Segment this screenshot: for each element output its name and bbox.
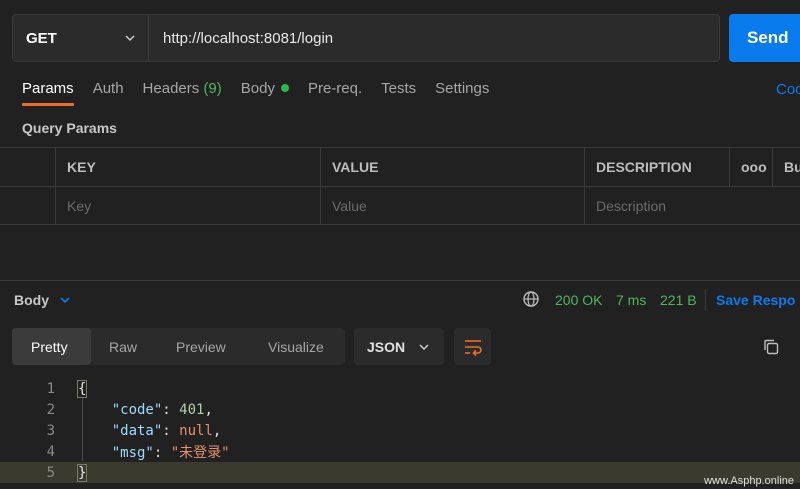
method-label: GET (26, 29, 57, 47)
column-header-description: DESCRIPTION (584, 148, 729, 186)
view-tab-visualize[interactable]: Visualize (248, 328, 345, 365)
description-input[interactable]: Description (584, 187, 800, 224)
response-size[interactable]: 221 B (660, 292, 697, 308)
tab-settings-label: Settings (435, 80, 490, 97)
response-divider (0, 280, 800, 281)
cookies-link[interactable]: Coo (776, 81, 800, 98)
table-header-row: KEY VALUE DESCRIPTION ooo Bu (0, 147, 800, 186)
request-tabs: Params Auth Headers (9) Body Pre-req. Te… (22, 80, 508, 106)
divider (705, 289, 706, 311)
code-line: 1 { (0, 378, 800, 399)
response-body-label: Body (14, 292, 49, 308)
tab-auth[interactable]: Auth (93, 80, 124, 106)
open-brace: { (76, 379, 88, 398)
tab-body-label: Body (240, 80, 275, 97)
query-params-title: Query Params (22, 120, 117, 136)
key-input[interactable]: Key (55, 187, 320, 224)
watermark: www.Asphp.online (704, 475, 794, 487)
headers-count: (9) (203, 80, 222, 97)
chevron-down-icon (419, 343, 429, 350)
send-button[interactable]: Send (729, 14, 800, 62)
value-input[interactable]: Value (320, 187, 584, 224)
tab-pre-request-label: Pre-req. (307, 80, 363, 97)
json-value: null (179, 422, 213, 439)
tab-body[interactable]: Body (241, 80, 289, 106)
view-tab-pretty[interactable]: Pretty (12, 328, 91, 365)
bulk-edit-button[interactable]: Bu (772, 148, 800, 186)
code-line-current: 5 } (0, 462, 800, 483)
json-key: "msg" (111, 444, 154, 461)
column-header-key: KEY (55, 148, 320, 186)
tab-auth-label: Auth (92, 80, 124, 97)
chevron-down-icon (125, 35, 135, 42)
code-text: "code": 401, (111, 401, 213, 418)
indent-guide (82, 398, 83, 461)
close-brace: } (76, 463, 88, 482)
more-options-icon[interactable]: ooo (729, 148, 772, 186)
tab-tests[interactable]: Tests (381, 80, 416, 106)
tab-settings[interactable]: Settings (435, 80, 489, 106)
line-number: 3 (46, 422, 55, 439)
format-select[interactable]: JSON (354, 328, 444, 365)
wrap-lines-icon (464, 339, 482, 356)
column-header-value: VALUE (320, 148, 584, 186)
tab-headers-label: Headers (142, 80, 200, 97)
code-text: "data": null, (111, 422, 222, 439)
request-bar: GET http://localhost:8081/login (12, 14, 720, 62)
view-tab-preview[interactable]: Preview (157, 328, 248, 365)
code-text: { (76, 379, 88, 398)
table-row: Key Value Description (0, 186, 800, 225)
url-input[interactable]: http://localhost:8081/login (149, 15, 719, 61)
code-text: "msg": "未登录" (111, 444, 230, 461)
tab-pre-request[interactable]: Pre-req. (308, 80, 362, 106)
json-key: "code" (111, 401, 163, 418)
code-line: 4 "msg": "未登录" (0, 441, 800, 462)
tab-params[interactable]: Params (22, 80, 74, 106)
line-number: 5 (46, 464, 55, 481)
response-status[interactable]: 200 OK (555, 292, 602, 308)
wrap-lines-button[interactable] (454, 328, 491, 365)
tab-headers[interactable]: Headers (9) (143, 80, 222, 106)
code-line: 3 "data": null, (0, 420, 800, 441)
chevron-down-icon (60, 297, 70, 304)
line-number: 2 (46, 401, 55, 418)
format-label: JSON (367, 338, 406, 355)
line-number: 1 (46, 380, 55, 397)
copy-icon[interactable] (762, 338, 780, 356)
line-number: 4 (46, 443, 55, 460)
json-key: "data" (111, 422, 163, 439)
code-text: } (76, 463, 88, 482)
tab-tests-label: Tests (381, 80, 417, 97)
response-view-tabs: Pretty Raw Preview Visualize (12, 328, 345, 365)
response-time[interactable]: 7 ms (616, 292, 646, 308)
method-select[interactable]: GET (13, 15, 149, 61)
json-value: 401 (179, 401, 205, 418)
code-line: 2 "code": 401, (0, 399, 800, 420)
view-tab-raw[interactable]: Raw (91, 328, 157, 365)
json-value: "未登录" (170, 444, 230, 461)
body-indicator-dot (280, 84, 289, 92)
globe-icon[interactable] (522, 290, 540, 308)
response-body-toggle[interactable]: Body (14, 292, 71, 308)
save-response-button[interactable]: Save Respo (716, 292, 795, 308)
tab-params-label: Params (22, 80, 74, 97)
